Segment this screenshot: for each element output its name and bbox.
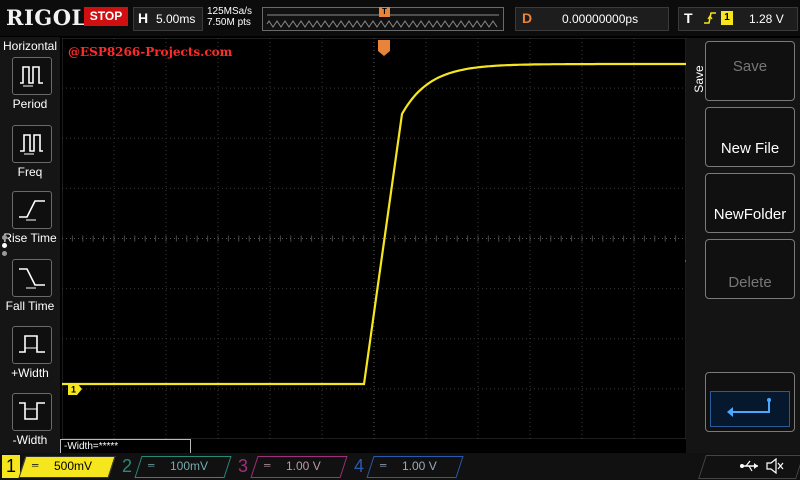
trigger-block[interactable]: T 1 1.28 V <box>678 7 798 31</box>
channel-2-tab[interactable]: 2 ═ 100mV <box>118 455 232 478</box>
sample-rate: 125MSa/s <box>207 6 253 17</box>
timebase-value: 5.00ms <box>156 12 196 26</box>
channel-1-tab[interactable]: 1 ═ 500mV <box>2 455 116 478</box>
channel-bar: 1 ═ 500mV 2 ═ 100mV 3 ═ 1.00 V 4 ═ 1.00 … <box>0 453 800 480</box>
speaker-muted-icon[interactable] <box>766 458 784 474</box>
dc-coupling-icon: ═ <box>148 460 155 470</box>
run-stop-indicator[interactable]: STOP <box>84 7 128 26</box>
menu-item-freq[interactable]: Freq <box>0 123 60 187</box>
enter-icon <box>710 391 790 427</box>
ch1-reference-marker[interactable]: 1 <box>68 383 82 395</box>
status-bar: RIGOL STOP H 5.00ms 125MSa/s 7.50M pts T… <box>0 0 800 36</box>
usb-icon <box>740 460 758 472</box>
trigger-source-badge: 1 <box>721 11 733 25</box>
save-button[interactable]: Save <box>705 41 795 101</box>
waveform-grid[interactable] <box>62 38 686 439</box>
dc-coupling-icon: ═ <box>32 460 39 470</box>
memory-depth: 7.50M pts <box>207 17 251 28</box>
menu-item-rise-time[interactable]: Rise Time <box>0 189 60 253</box>
ch4-scale: 1.00 V <box>402 459 437 473</box>
enter-button[interactable] <box>705 372 795 432</box>
rising-edge-icon <box>704 12 716 24</box>
menu-page-indicator <box>2 235 8 265</box>
menu-item-period[interactable]: Period <box>0 55 60 119</box>
channel-4-tab[interactable]: 4 ═ 1.00 V <box>350 455 464 478</box>
positive-width-icon <box>12 326 52 364</box>
frequency-icon <box>12 125 52 163</box>
fall-time-icon <box>12 259 52 297</box>
rise-time-icon <box>12 191 52 229</box>
horizontal-label: H <box>138 10 149 26</box>
brand-logo: RIGOL <box>6 5 87 30</box>
delay-label: D <box>522 10 533 26</box>
ch3-scale: 1.00 V <box>286 459 321 473</box>
watermark-text: @ESP8266-Projects.com <box>68 45 233 59</box>
delete-button[interactable]: Delete <box>705 239 795 299</box>
svg-text:1: 1 <box>71 385 76 395</box>
new-file-button[interactable]: New File <box>705 107 795 167</box>
memory-position-strip: T <box>262 7 504 31</box>
delay-value: 0.00000000ps <box>562 12 639 26</box>
trigger-level: 1.28 V <box>749 12 784 26</box>
negative-width-icon <box>12 393 52 431</box>
acquisition-info: 125MSa/s 7.50M pts <box>207 6 252 28</box>
new-folder-button[interactable]: NewFolder <box>705 173 795 233</box>
ch2-scale: 100mV <box>170 459 209 473</box>
menu-item-positive-width[interactable]: +Width <box>0 324 60 388</box>
menu-item-fall-time[interactable]: Fall Time <box>0 257 60 321</box>
dc-coupling-icon: ═ <box>380 460 387 470</box>
channel-3-tab[interactable]: 3 ═ 1.00 V <box>234 455 348 478</box>
delay-block[interactable]: D 0.00000000ps <box>515 7 669 31</box>
left-softkey-menu: Horizontal Period Freq Rise Time Fall Ti… <box>0 37 60 453</box>
menu-title: Horizontal <box>3 39 58 53</box>
menu-item-negative-width[interactable]: -Width <box>0 391 60 455</box>
trigger-position-marker: T <box>379 7 390 17</box>
timebase-block[interactable]: H 5.00ms <box>133 7 203 31</box>
trigger-label: T <box>684 10 693 26</box>
trigger-position-arrow[interactable] <box>378 40 390 56</box>
period-icon <box>12 57 52 95</box>
menu-title-save: Save <box>692 65 706 93</box>
dc-coupling-icon: ═ <box>264 460 271 470</box>
ch1-scale: 500mV <box>54 459 93 473</box>
